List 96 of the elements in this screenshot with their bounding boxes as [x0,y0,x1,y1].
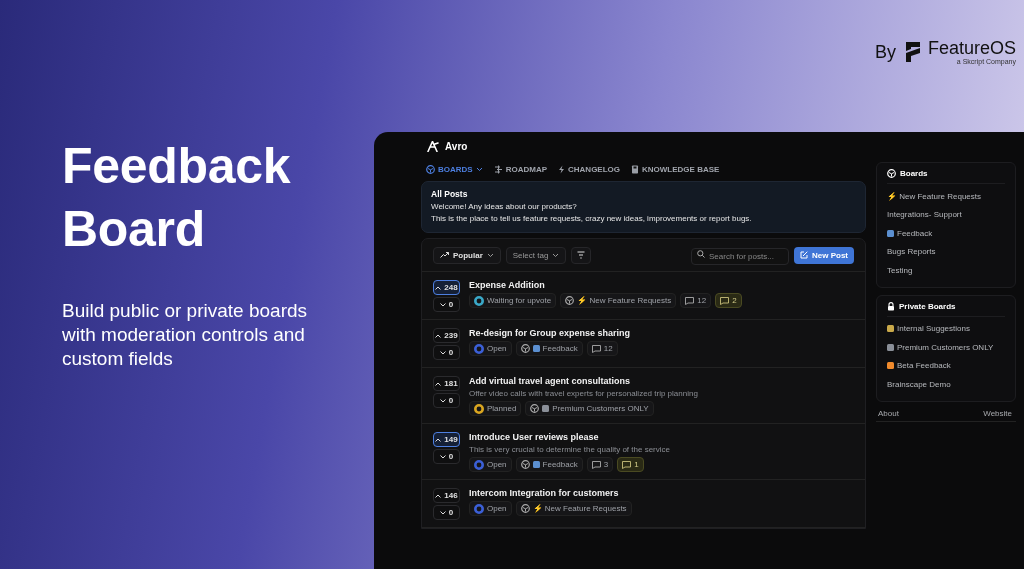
intro-text: This is the place to tell us feature requests, crazy new ideas, improvements or report bugs. [431,212,753,224]
status-tag: Open [469,501,512,516]
edit-icon [800,251,808,259]
downvote-button[interactable]: 0 [433,297,460,312]
board-link[interactable]: Bugs Reports [887,242,1005,261]
app-name: Avro [445,140,468,152]
post-title[interactable]: Re-design for Group expense sharing [469,328,631,338]
search-field[interactable]: Search for posts... [691,248,789,265]
comment-icon [591,344,601,353]
lock-icon [887,301,895,311]
board-tag: ⚡ New Feature Requests [560,293,677,308]
cube-icon [530,404,540,413]
board-tag: Feedback [515,457,583,472]
lightning-icon [558,164,565,174]
downvote-button[interactable]: 0 [433,345,460,360]
caret-down-icon [439,302,446,307]
caret-up-icon [435,493,442,498]
caret-down-icon [439,454,446,459]
caret-up-icon [435,437,442,442]
chevron-icon [552,252,560,258]
footer-link[interactable]: Website [983,408,1012,418]
board-tag: Premium Customers ONLY [525,401,654,416]
board-link[interactable]: Feedback [887,224,1005,243]
section-title: Private Boards [899,301,956,311]
post-title[interactable]: Introduce User reviews please [469,432,670,442]
caret-up-icon [435,285,442,290]
comment-icon [591,460,601,469]
footer-link[interactable]: About [878,408,899,418]
board-link[interactable]: Internal Suggestions [887,319,1005,338]
status-tag: Planned [469,401,522,416]
filter-icon [577,251,586,259]
caret-down-icon [439,350,446,355]
upvote-button[interactable]: 248 [433,280,460,295]
comment-icon [685,296,695,305]
board-link[interactable]: Integrations- Support [887,205,1005,224]
comments-count: 3 [586,457,614,472]
caret-up-icon [435,333,442,338]
post-title[interactable]: Intercom Integration for customers [469,488,632,498]
hero-subtitle: Build public or private boards with moderation controls and custom fields [62,299,309,371]
post-description: This is very crucial to determine the quality of the service [469,445,670,454]
by-label: By [874,41,896,63]
status-tag: Open [469,341,512,356]
status-tag: Waiting for upvote [469,293,557,308]
cube-icon [520,460,530,469]
board-link[interactable]: Brainscape Demo [887,375,1005,394]
caret-down-icon [439,510,446,515]
cube-icon [520,504,530,513]
nav-tab[interactable]: KNOWLEDGE BASE [631,164,720,174]
filter-button[interactable] [571,246,592,264]
chevron-icon [486,252,494,258]
tag-dropdown[interactable]: Select tag [505,246,567,264]
upvote-button[interactable]: 239 [433,328,460,343]
new-comments-count: 2 [715,293,742,308]
chevron-icon [475,166,483,172]
downvote-button[interactable]: 0 [433,393,460,408]
roadmap-icon [493,164,503,174]
post-title[interactable]: Expense Addition [469,280,742,290]
comments-count: 12 [586,341,618,356]
downvote-button[interactable]: 0 [433,449,460,464]
nav-tab[interactable]: CHANGELOG [558,164,620,174]
board-link[interactable]: Premium Customers ONLY [887,338,1005,357]
cube-icon [565,296,575,305]
board-tag: Feedback [515,341,583,356]
nav-tab[interactable]: BOARDS [426,164,483,174]
intro-text: Welcome! Any ideas about our products? [431,201,578,213]
cube-icon [426,164,435,174]
board-tag: ⚡ New Feature Requests [515,501,632,516]
search-icon [697,249,705,258]
board-link[interactable]: ⚡ New Feature Requests [887,187,1005,206]
board-link[interactable]: Testing [887,261,1005,280]
sort-dropdown[interactable]: Popular [433,246,501,264]
upvote-button[interactable]: 181 [433,376,460,391]
upvote-button[interactable]: 149 [433,432,460,447]
caret-up-icon [435,381,442,386]
new-comments-count: 1 [617,457,644,472]
brand-name: FeatureOS [927,38,1016,58]
book-icon [631,164,639,174]
section-title: Boards [900,169,928,178]
status-tag: Open [469,457,512,472]
comment-icon [720,296,730,305]
post-title[interactable]: Add virtual travel agent consultations [469,376,698,386]
downvote-button[interactable]: 0 [433,505,460,520]
cube-icon [887,169,896,178]
board-link[interactable]: Beta Feedback [887,356,1005,375]
logo-icon [427,140,439,152]
trend-icon [440,252,449,258]
comments-count: 12 [680,293,712,308]
intro-title: All Posts [431,189,469,199]
comment-icon [622,460,632,469]
caret-down-icon [439,398,446,403]
new-post-button[interactable]: New Post [794,246,854,264]
cube-icon [520,344,530,353]
upvote-button[interactable]: 146 [433,488,460,503]
hero-title: Feedback Board [62,137,292,259]
nav-tab[interactable]: ROADMAP [493,164,547,174]
post-description: Offer video calls with travel experts for personalized trip planning [469,389,698,398]
